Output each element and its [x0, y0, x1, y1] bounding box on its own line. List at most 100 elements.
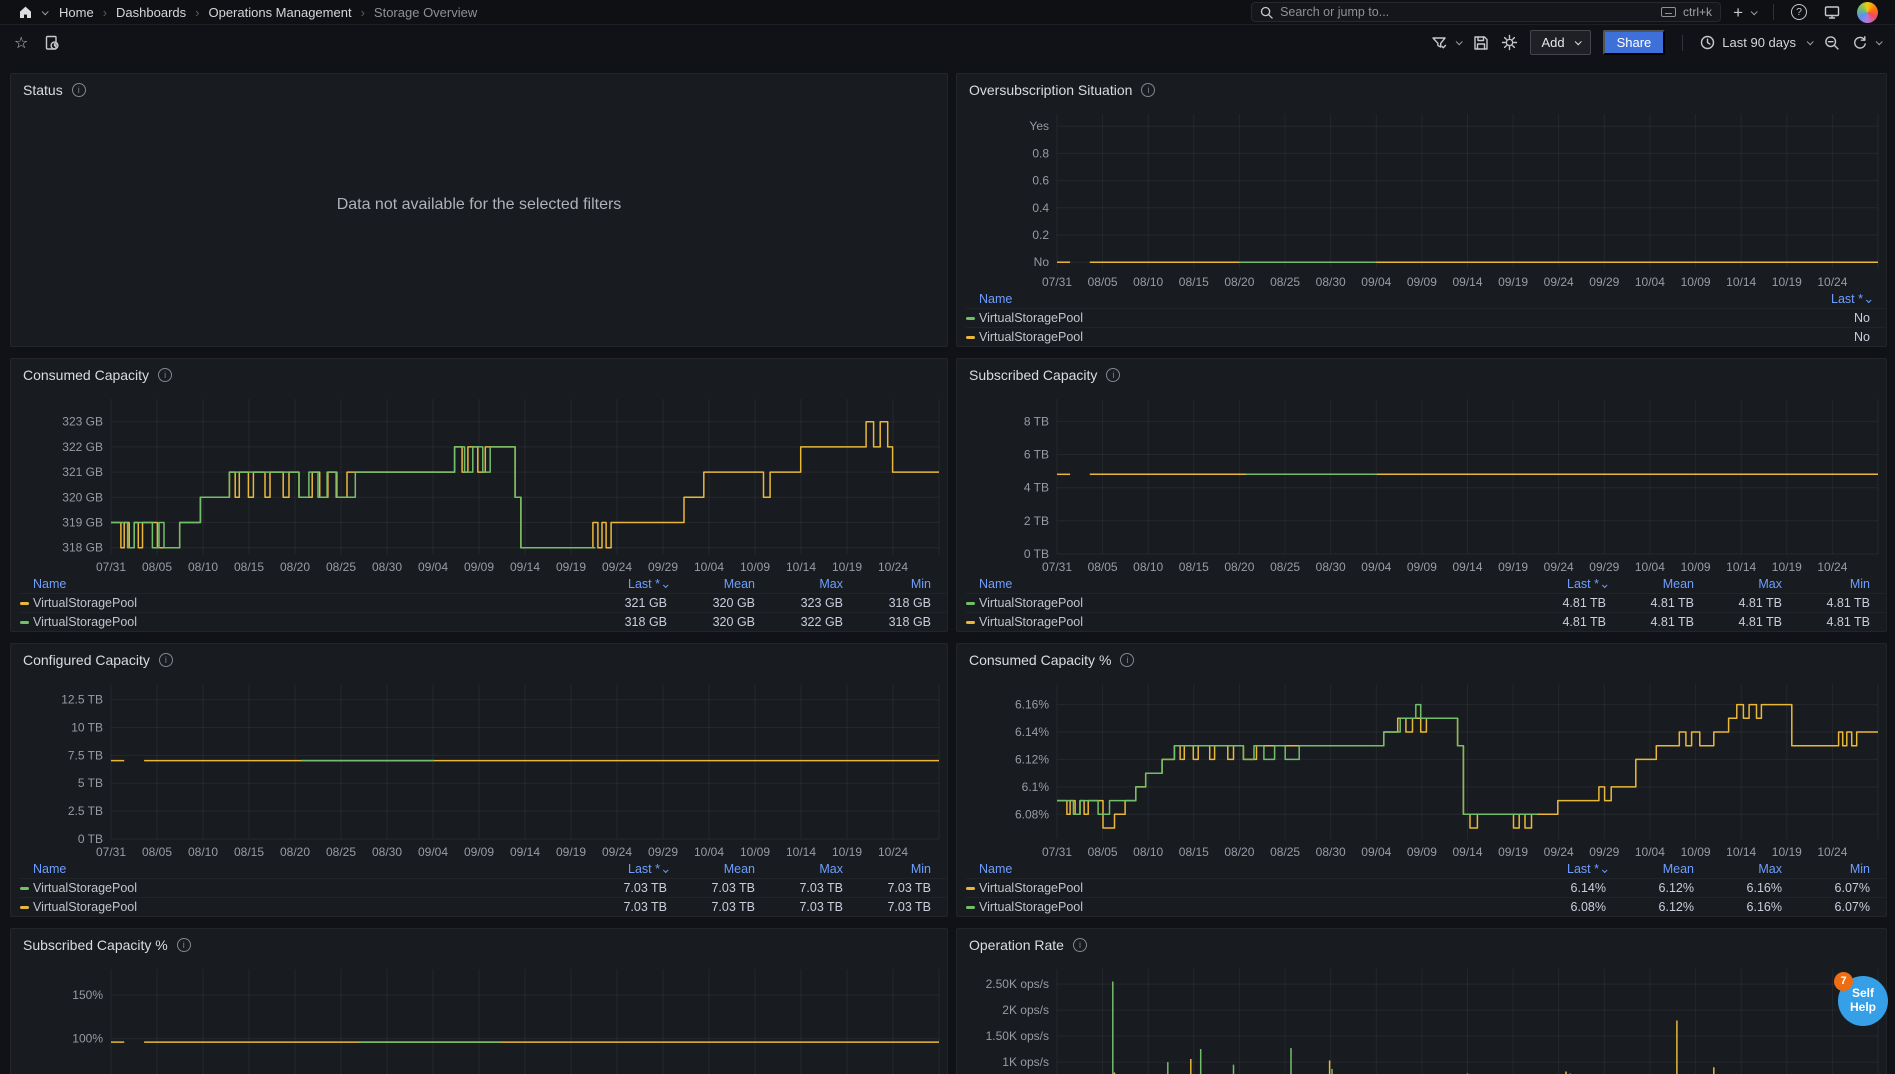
series-name[interactable]: VirtualStoragePool — [979, 330, 1083, 344]
legend-column-header[interactable]: Max — [1694, 577, 1782, 591]
series-name[interactable]: VirtualStoragePool — [979, 615, 1083, 629]
legend-column-header[interactable]: Mean — [667, 577, 755, 591]
gear-icon — [1501, 34, 1518, 51]
panel-title[interactable]: Oversubscription Situation — [969, 82, 1132, 98]
info-icon[interactable]: i — [177, 938, 191, 952]
legend-column-header[interactable]: Min — [1782, 862, 1870, 876]
info-icon[interactable]: i — [158, 368, 172, 382]
legend-column-header[interactable]: Last * — [579, 862, 667, 876]
svg-text:0.8: 0.8 — [1032, 146, 1049, 160]
legend-name-header[interactable]: Name — [33, 577, 66, 591]
info-icon[interactable]: i — [1141, 83, 1155, 97]
svg-text:10/24: 10/24 — [1817, 560, 1847, 574]
series-name[interactable]: VirtualStoragePool — [979, 900, 1083, 914]
profile-button[interactable] — [1852, 2, 1883, 23]
panel-title[interactable]: Status — [23, 82, 63, 98]
new-button[interactable]: + — [1728, 4, 1761, 21]
legend-column-header[interactable]: Mean — [667, 862, 755, 876]
help-button[interactable]: ? — [1786, 4, 1812, 20]
series-name[interactable]: VirtualStoragePool — [33, 596, 137, 610]
legend-column-header[interactable]: Max — [755, 862, 843, 876]
timeseries-chart[interactable]: 150%100%07/3108/0508/1008/1508/2008/2508… — [11, 961, 947, 1074]
favorite-star-button[interactable]: ☆ — [14, 33, 28, 53]
legend-row[interactable]: VirtualStoragePoolNo — [966, 327, 1886, 346]
legend-column-header[interactable]: Mean — [1606, 577, 1694, 591]
panel-title[interactable]: Consumed Capacity — [23, 367, 149, 383]
svg-text:08/30: 08/30 — [372, 560, 402, 574]
timeseries-chart[interactable]: 323 GB322 GB321 GB320 GB319 GB318 GB07/3… — [11, 391, 947, 574]
breadcrumb-dashboards[interactable]: Dashboards — [116, 5, 186, 20]
legend-name-header[interactable]: Name — [979, 862, 1012, 876]
self-help-button[interactable]: 7 Self Help — [1838, 976, 1888, 1026]
legend-row[interactable]: VirtualStoragePool4.81 TB4.81 TB4.81 TB4… — [966, 612, 1886, 631]
search-input[interactable]: Search or jump to... ctrl+k — [1251, 2, 1721, 22]
legend-row[interactable]: VirtualStoragePoolNo — [966, 308, 1886, 327]
info-icon[interactable]: i — [1106, 368, 1120, 382]
insights-button[interactable] — [44, 35, 60, 51]
svg-text:2K ops/s: 2K ops/s — [1002, 1003, 1049, 1017]
legend-column-header[interactable]: Max — [755, 577, 843, 591]
info-icon[interactable]: i — [159, 653, 173, 667]
legend-column-header[interactable]: Last * — [1518, 577, 1606, 591]
legend-column-header[interactable]: Max — [1694, 862, 1782, 876]
svg-text:10/14: 10/14 — [1726, 275, 1756, 289]
legend-value: 7.03 TB — [843, 881, 931, 895]
legend-name-header[interactable]: Name — [979, 292, 1012, 306]
save-dashboard-button[interactable] — [1473, 35, 1489, 51]
legend-row[interactable]: VirtualStoragePool4.81 TB4.81 TB4.81 TB4… — [966, 593, 1886, 612]
legend-value: 318 GB — [843, 596, 931, 610]
series-name[interactable]: VirtualStoragePool — [33, 881, 137, 895]
legend-name-header[interactable]: Name — [979, 577, 1012, 591]
info-icon[interactable]: i — [1120, 653, 1134, 667]
legend-row[interactable]: VirtualStoragePool318 GB320 GB322 GB318 … — [20, 612, 947, 631]
dashboard-settings-button[interactable] — [1501, 34, 1518, 51]
time-range-picker[interactable]: Last 90 days — [1700, 35, 1812, 50]
info-icon[interactable]: i — [72, 83, 86, 97]
series-name[interactable]: VirtualStoragePool — [33, 900, 137, 914]
panel-title[interactable]: Configured Capacity — [23, 652, 150, 668]
share-button[interactable]: Share — [1603, 30, 1666, 55]
legend-column-header[interactable]: Min — [843, 577, 931, 591]
svg-text:1.50K ops/s: 1.50K ops/s — [986, 1029, 1049, 1043]
zoom-out-icon — [1824, 35, 1840, 51]
panel-title[interactable]: Subscribed Capacity % — [23, 937, 168, 953]
legend-column-header[interactable]: Last * — [1518, 862, 1606, 876]
news-button[interactable] — [1819, 5, 1845, 20]
zoom-out-button[interactable] — [1824, 35, 1840, 51]
timeseries-chart[interactable]: 8 TB6 TB4 TB2 TB0 TB07/3108/0508/1008/15… — [957, 391, 1886, 574]
legend-column-header[interactable]: Last * — [1782, 292, 1870, 306]
legend-row[interactable]: VirtualStoragePool321 GB320 GB323 GB318 … — [20, 593, 947, 612]
legend-column-header[interactable]: Last * — [579, 577, 667, 591]
filter-variables-button[interactable] — [1431, 35, 1461, 51]
timeseries-chart[interactable]: Yes0.80.60.40.2No07/3108/0508/1008/1508/… — [957, 106, 1886, 289]
legend-row[interactable]: VirtualStoragePool6.14%6.12%6.16%6.07% — [966, 878, 1886, 897]
legend-column-header[interactable]: Min — [843, 862, 931, 876]
legend-row[interactable]: VirtualStoragePool7.03 TB7.03 TB7.03 TB7… — [20, 878, 947, 897]
panel-title[interactable]: Consumed Capacity % — [969, 652, 1111, 668]
panel-title[interactable]: Subscribed Capacity — [969, 367, 1097, 383]
refresh-button[interactable] — [1852, 35, 1881, 51]
timeseries-chart[interactable]: 12.5 TB10 TB7.5 TB5 TB2.5 TB0 TB07/3108/… — [11, 676, 947, 859]
legend-column-header[interactable]: Mean — [1606, 862, 1694, 876]
timeseries-chart[interactable]: 2.50K ops/s2K ops/s1.50K ops/s1K ops/s07… — [957, 961, 1886, 1074]
svg-text:09/04: 09/04 — [1361, 275, 1391, 289]
info-icon[interactable]: i — [1073, 938, 1087, 952]
breadcrumb-home[interactable]: Home — [59, 5, 94, 20]
series-name[interactable]: VirtualStoragePool — [33, 615, 137, 629]
legend-row[interactable]: VirtualStoragePool7.03 TB7.03 TB7.03 TB7… — [20, 897, 947, 916]
legend-row[interactable]: VirtualStoragePool6.08%6.12%6.16%6.07% — [966, 897, 1886, 916]
home-button[interactable] — [12, 4, 52, 20]
timeseries-chart[interactable]: 6.16%6.14%6.12%6.1%6.08%07/3108/0508/100… — [957, 676, 1886, 859]
breadcrumb-folder[interactable]: Operations Management — [208, 5, 351, 20]
legend-column-header[interactable]: Min — [1782, 577, 1870, 591]
add-button[interactable]: Add — [1530, 30, 1590, 55]
legend-name-header[interactable]: Name — [33, 862, 66, 876]
svg-text:10/19: 10/19 — [1772, 275, 1802, 289]
svg-text:09/29: 09/29 — [648, 845, 678, 859]
series-name[interactable]: VirtualStoragePool — [979, 311, 1083, 325]
svg-text:08/10: 08/10 — [188, 560, 218, 574]
series-name[interactable]: VirtualStoragePool — [979, 596, 1083, 610]
panel-title[interactable]: Operation Rate — [969, 937, 1064, 953]
legend-value: 6.07% — [1782, 881, 1870, 895]
series-name[interactable]: VirtualStoragePool — [979, 881, 1083, 895]
